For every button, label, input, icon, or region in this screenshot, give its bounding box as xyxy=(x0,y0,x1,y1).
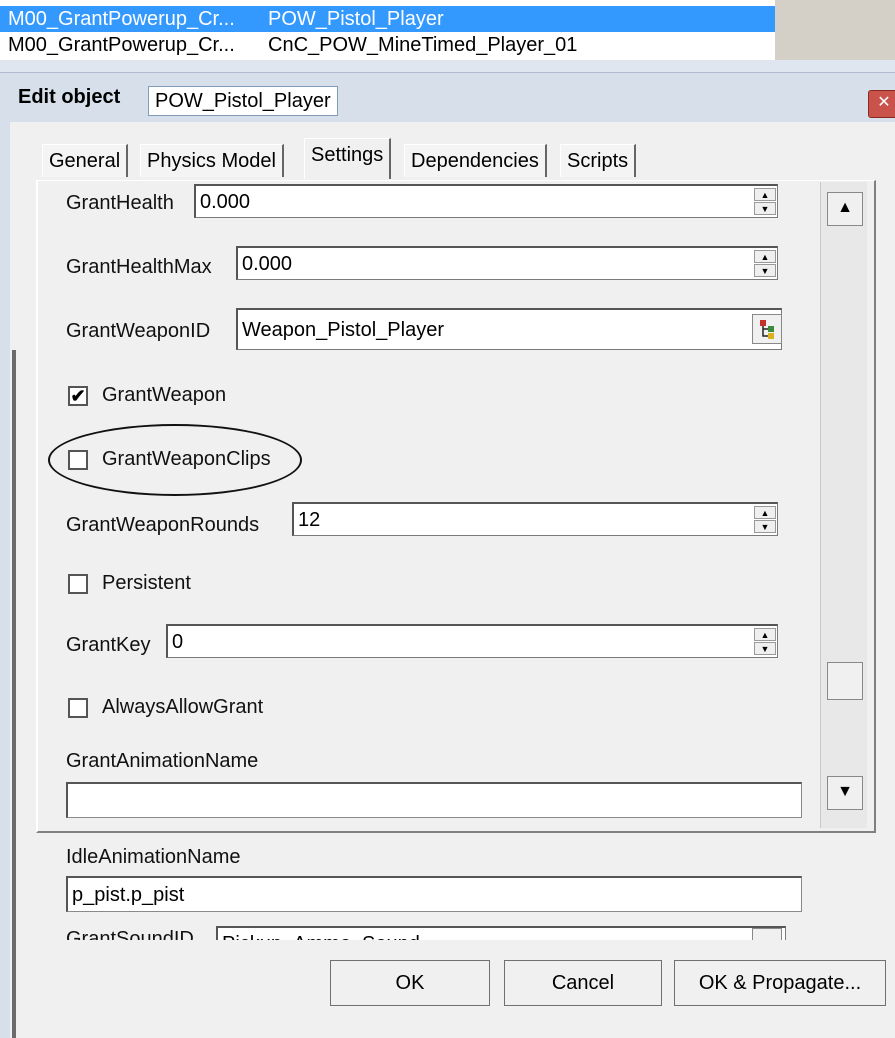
grant-weapon-id-label: GrantWeaponID xyxy=(66,320,211,342)
grant-sound-id-label: GrantSoundID xyxy=(66,928,194,940)
spin-up-icon[interactable]: ▲ xyxy=(754,188,776,201)
grant-health-max-field[interactable]: 0.000 xyxy=(236,246,778,280)
grant-animation-name-label: GrantAnimationName xyxy=(66,750,259,772)
always-allow-grant-checkbox[interactable] xyxy=(68,698,88,718)
grant-weapon-clips-checkbox[interactable] xyxy=(68,450,88,470)
idle-animation-name-field[interactable]: p_pist.p_pist xyxy=(66,876,802,912)
grant-health-field[interactable]: 0.000 xyxy=(194,184,778,218)
tree-picker-icon xyxy=(760,320,774,339)
grant-key-spinner[interactable]: ▲ ▼ xyxy=(754,628,776,656)
ok-propagate-button[interactable]: OK & Propagate... xyxy=(674,960,886,1006)
always-allow-grant-label: AlwaysAllowGrant xyxy=(102,696,264,718)
spin-down-icon[interactable]: ▼ xyxy=(754,264,776,277)
spin-up-icon[interactable]: ▲ xyxy=(754,250,776,263)
picker-icon[interactable] xyxy=(752,928,782,940)
grant-animation-name-field[interactable] xyxy=(66,782,802,818)
scroll-down-icon[interactable]: ▼ xyxy=(827,776,863,810)
cancel-button[interactable]: Cancel xyxy=(504,960,662,1006)
grant-health-max-label: GrantHealthMax xyxy=(66,256,212,278)
grant-health-spinner[interactable]: ▲ ▼ xyxy=(754,188,776,216)
grant-weapon-id-field[interactable]: Weapon_Pistol_Player xyxy=(236,308,782,350)
grant-key-label: GrantKey xyxy=(66,634,151,656)
grant-weapon-rounds-label: GrantWeaponRounds xyxy=(66,514,260,536)
persistent-checkbox[interactable] xyxy=(68,574,88,594)
grant-weapon-rounds-spinner[interactable]: ▲ ▼ xyxy=(754,506,776,534)
clipped-row: GrantSoundID Pickup_Ammo_Sound xyxy=(38,922,818,940)
picker-icon[interactable] xyxy=(752,314,782,344)
spin-up-icon[interactable]: ▲ xyxy=(754,628,776,641)
grant-key-field[interactable]: 0 xyxy=(166,624,778,658)
spin-down-icon[interactable]: ▼ xyxy=(754,642,776,655)
tab-settings[interactable]: Settings xyxy=(304,138,392,179)
grant-weapon-clips-label: GrantWeaponClips xyxy=(102,448,271,470)
spin-up-icon[interactable]: ▲ xyxy=(754,506,776,519)
grant-weapon-rounds-field[interactable]: 12 xyxy=(292,502,778,536)
scroll-up-icon[interactable]: ▲ xyxy=(827,192,863,226)
grant-sound-id-field[interactable]: Pickup_Ammo_Sound xyxy=(216,926,786,940)
grant-health-label: GrantHealth xyxy=(66,192,174,214)
idle-animation-name-label: IdleAnimationName xyxy=(66,846,241,868)
scroll-thumb[interactable] xyxy=(827,662,863,700)
spin-down-icon[interactable]: ▼ xyxy=(754,202,776,215)
persistent-label: Persistent xyxy=(102,572,191,594)
grant-weapon-label: GrantWeapon xyxy=(102,384,227,406)
grant-weapon-checkbox[interactable]: ✔ xyxy=(68,386,88,406)
ok-button[interactable]: OK xyxy=(330,960,490,1006)
grant-health-max-spinner[interactable]: ▲ ▼ xyxy=(754,250,776,278)
spin-down-icon[interactable]: ▼ xyxy=(754,520,776,533)
settings-content: GrantHealth 0.000 ▲ ▼ GrantHealthMax 0.0… xyxy=(0,0,895,1038)
vertical-scrollbar[interactable]: ▲ ▼ xyxy=(820,182,867,828)
